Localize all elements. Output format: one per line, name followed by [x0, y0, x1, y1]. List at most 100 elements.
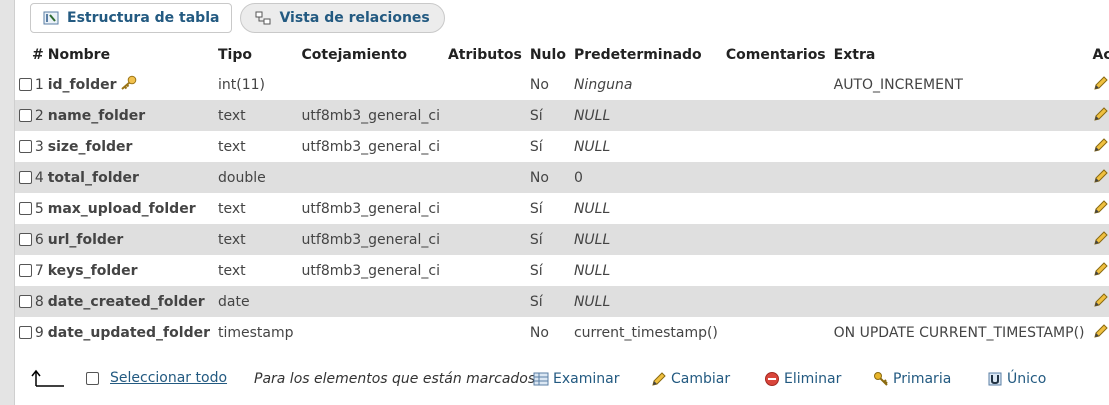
column-name: size_folder [47, 138, 133, 155]
unique-label: Único [1007, 371, 1047, 387]
column-comments [721, 317, 830, 348]
row-checkbox[interactable] [19, 295, 32, 308]
header-extra[interactable]: Extra [829, 40, 1089, 69]
row-checkbox[interactable] [19, 109, 32, 122]
column-name: date_updated_folder [47, 324, 210, 341]
column-null: Sí [525, 100, 570, 131]
column-name: max_upload_folder [47, 200, 196, 217]
column-type: text [214, 224, 298, 255]
change-action-link[interactable]: C [1093, 75, 1109, 91]
table-row: 1 id_folder int(11) No Ninguna AUTO_INCREMENT… [15, 69, 1109, 100]
row-checkbox[interactable] [19, 326, 32, 339]
tab-table-structure[interactable]: Estructura de tabla [30, 3, 233, 33]
column-type: text [214, 255, 298, 286]
left-panel-edge [0, 0, 15, 405]
header-num: # [32, 40, 44, 69]
primary-button[interactable]: Primaria [873, 371, 951, 387]
table-row: 8date_created_folder date SíNULL C [15, 286, 1109, 317]
change-action-link[interactable]: C [1093, 230, 1109, 246]
column-attributes [443, 255, 526, 286]
row-checkbox[interactable] [19, 264, 32, 277]
column-extra [829, 193, 1089, 224]
column-default: NULL [569, 224, 722, 255]
row-checkbox[interactable] [19, 78, 32, 91]
column-attributes [443, 131, 526, 162]
column-type: text [214, 100, 298, 131]
column-name: total_folder [47, 169, 139, 186]
row-checkbox[interactable] [19, 171, 32, 184]
row-select-cell [15, 317, 32, 348]
pencil-icon [652, 372, 666, 386]
select-all-control[interactable]: Seleccionar todo [86, 370, 227, 386]
subtabs: Estructura de tabla Vista de relaciones [30, 3, 445, 33]
pencil-icon [1093, 106, 1108, 121]
table-row: 4total_folder double No0 C [15, 162, 1109, 193]
row-select-cell [15, 193, 32, 224]
header-default[interactable]: Predeterminado [569, 40, 722, 69]
column-attributes [443, 193, 526, 224]
unique-button[interactable]: Único [987, 371, 1046, 387]
header-null[interactable]: Nulo [525, 40, 570, 69]
row-checkbox[interactable] [19, 140, 32, 153]
row-select-cell [15, 100, 32, 131]
column-attributes [443, 100, 526, 131]
row-action-cell: C [1088, 193, 1109, 224]
column-comments [721, 100, 830, 131]
column-type: text [214, 193, 298, 224]
change-action-link[interactable]: C [1093, 168, 1109, 184]
row-select-cell [15, 69, 32, 100]
primary-label: Primaria [893, 371, 952, 387]
change-action-link[interactable]: C [1093, 323, 1109, 339]
column-type: timestamp [214, 317, 298, 348]
browse-button[interactable]: Examinar [533, 371, 619, 387]
primary-key-icon [120, 75, 138, 95]
header-select [15, 40, 32, 69]
header-name[interactable]: Nombre [43, 40, 214, 69]
row-action-cell: C [1088, 100, 1109, 131]
column-default: 0 [569, 162, 722, 193]
row-checkbox[interactable] [19, 202, 32, 215]
change-action-link[interactable]: C [1093, 137, 1109, 153]
change-button[interactable]: Cambiar [651, 371, 730, 387]
table-row: 9 date_updated_folder timestamp No current_t… [15, 317, 1109, 348]
pencil-icon [1093, 137, 1108, 152]
tab-relation-view[interactable]: Vista de relaciones [240, 3, 445, 33]
column-null: Sí [525, 255, 570, 286]
tab-label: Estructura de tabla [67, 10, 220, 26]
column-null: Sí [525, 224, 570, 255]
column-null: Sí [525, 131, 570, 162]
select-all-link[interactable]: Seleccionar todo [110, 370, 227, 386]
row-checkbox[interactable] [19, 233, 32, 246]
header-comments[interactable]: Comentarios [721, 40, 830, 69]
column-default: NULL [569, 286, 722, 317]
row-action-cell: C [1088, 162, 1109, 193]
browse-label: Examinar [553, 371, 620, 387]
header-type[interactable]: Tipo [214, 40, 298, 69]
row-number: 2 [32, 100, 44, 131]
change-action-link[interactable]: C [1093, 292, 1109, 308]
pencil-icon [1093, 199, 1108, 214]
header-attributes[interactable]: Atributos [443, 40, 526, 69]
column-default: NULL [569, 193, 722, 224]
column-collation: utf8mb3_general_ci [297, 255, 444, 286]
table-header-row: # Nombre Tipo Cotejamiento Atributos Nul… [15, 40, 1109, 69]
row-select-cell [15, 224, 32, 255]
header-collation[interactable]: Cotejamiento [297, 40, 444, 69]
column-name-cell: max_upload_folder [43, 193, 214, 224]
change-action-link[interactable]: C [1093, 199, 1109, 215]
drop-button[interactable]: Eliminar [764, 371, 841, 387]
row-number: 8 [32, 286, 44, 317]
row-number: 7 [32, 255, 44, 286]
column-name-cell: name_folder [43, 100, 214, 131]
row-number: 1 [32, 69, 44, 100]
column-type: double [214, 162, 298, 193]
select-all-checkbox[interactable] [86, 371, 99, 385]
column-extra [829, 131, 1089, 162]
change-action-link[interactable]: C [1093, 106, 1109, 122]
pencil-icon [1093, 75, 1108, 90]
column-comments [721, 255, 830, 286]
column-collation [297, 69, 444, 100]
table-row: 3 size_folder text utf8mb3_general_ci Sí NULL… [15, 131, 1109, 162]
pencil-icon [1093, 168, 1108, 183]
change-action-link[interactable]: C [1093, 261, 1109, 277]
